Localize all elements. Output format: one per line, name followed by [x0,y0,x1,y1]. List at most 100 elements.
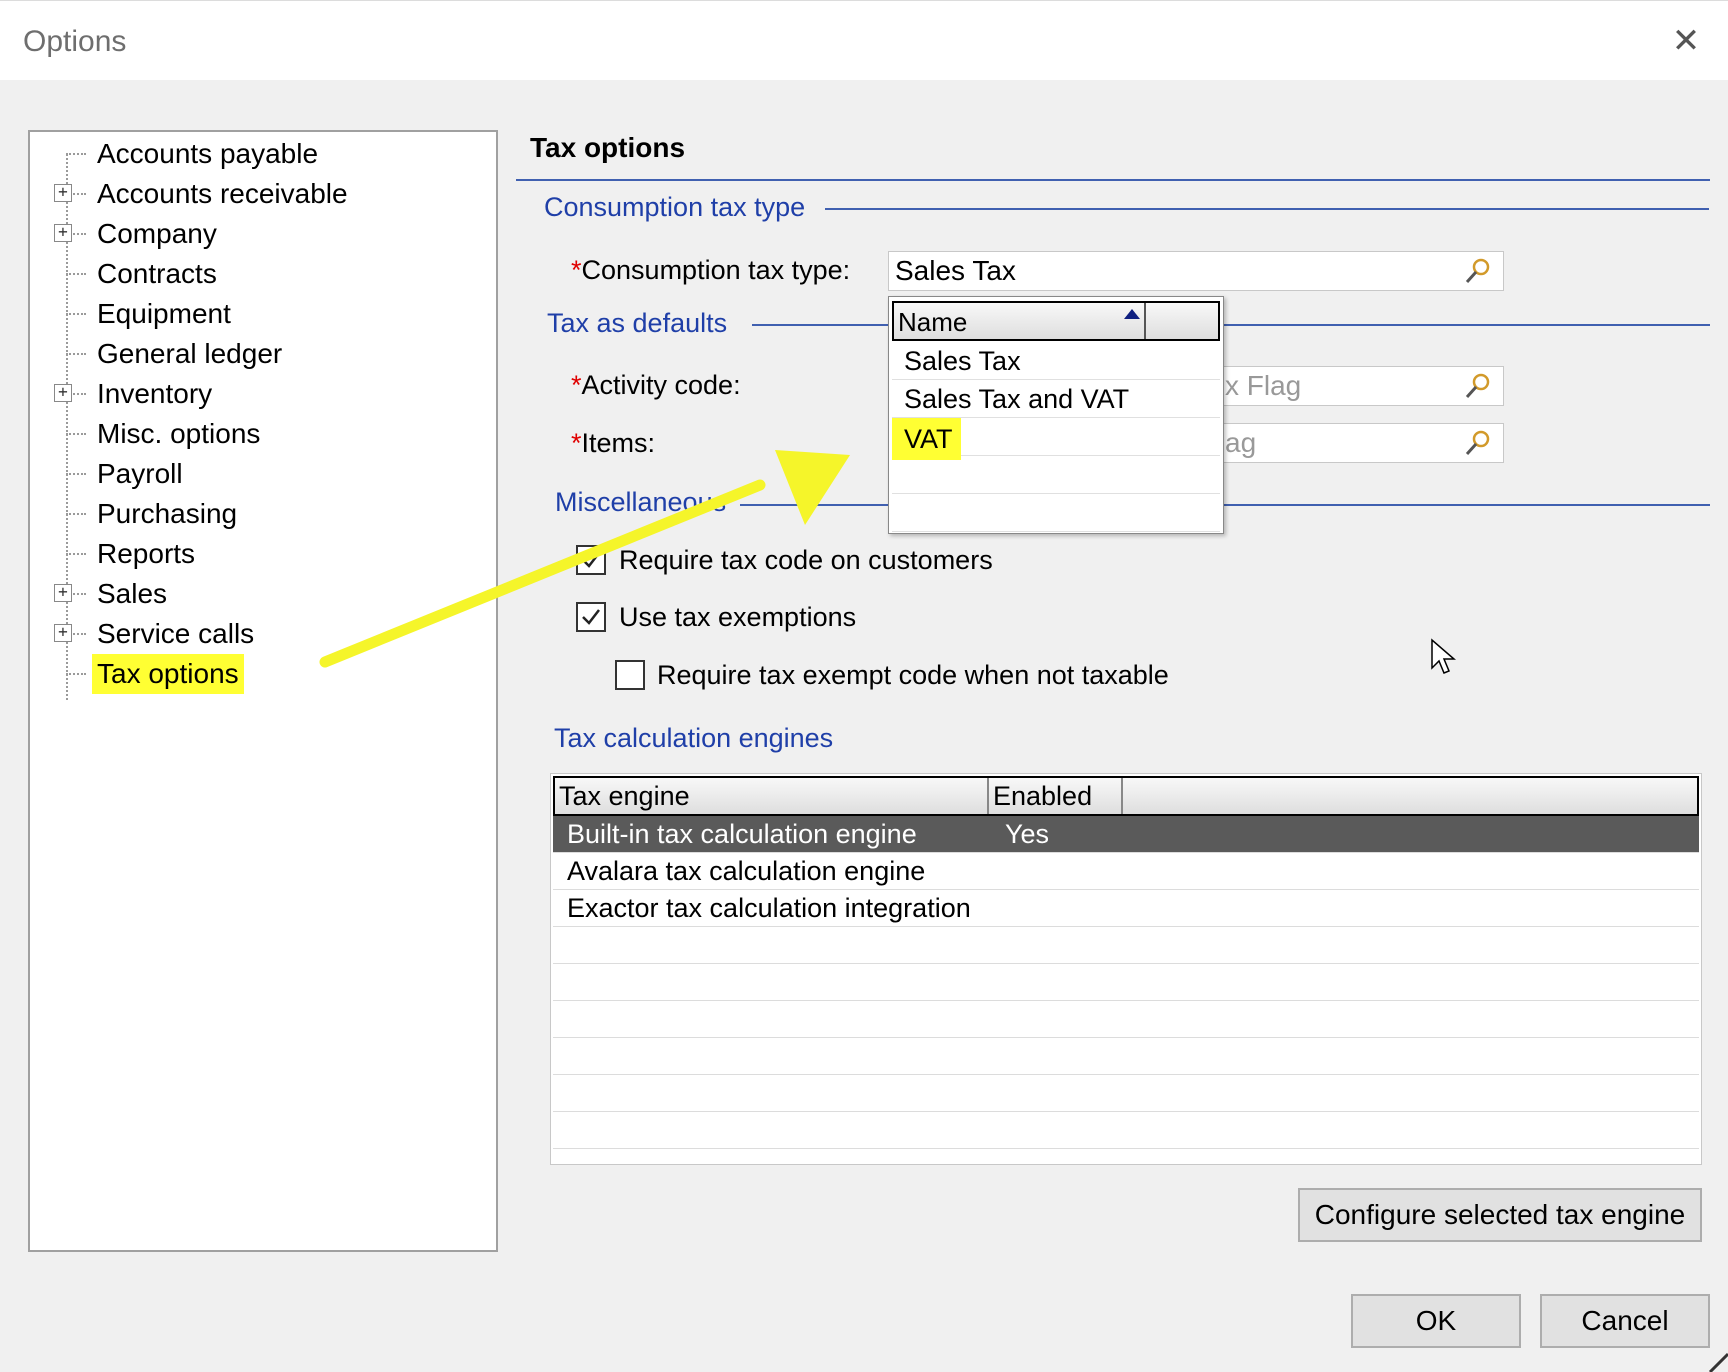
dropdown-option-label: Sales Tax [904,346,1021,376]
checkmark-icon [582,609,600,625]
table-row[interactable]: Exactor tax calculation integration [553,890,1699,927]
expand-plus-icon[interactable]: + [54,184,72,202]
cancel-button[interactable]: Cancel [1540,1294,1710,1348]
table-row[interactable] [553,1075,1699,1112]
dropdown-option[interactable] [892,494,1220,532]
sort-ascending-icon [1124,309,1140,319]
tree-connector [66,553,86,555]
table-row[interactable] [553,964,1699,1001]
tree-item-general-ledger[interactable]: General ledger [30,334,490,374]
tree-item-sales[interactable]: + Sales [30,574,490,614]
column-separator [1144,303,1146,339]
title-divider [516,179,1710,181]
tree-item-label: Accounts payable [97,138,319,169]
tree-item-label: Tax options [92,654,244,694]
tree-item-service-calls[interactable]: + Service calls [30,614,490,654]
group-tax-calculation-engines: Tax calculation engines [554,723,844,754]
tree-item-label: Reports [97,538,196,569]
tree-item-inventory[interactable]: + Inventory [30,374,490,414]
configure-tax-engine-button[interactable]: Configure selected tax engine [1298,1188,1702,1242]
tree-item-purchasing[interactable]: Purchasing [30,494,490,534]
column-header-enabled[interactable]: Enabled [989,778,1123,814]
dropdown-column-header[interactable]: Name [892,301,1220,341]
tree-item-equipment[interactable]: Equipment [30,294,490,334]
require-tax-exempt-code-label: Require tax exempt code when not taxable [657,660,1169,690]
group-tax-as-defaults: Tax as defaults [547,308,738,339]
tree-item-accounts-receivable[interactable]: + Accounts receivable [30,174,490,214]
dropdown-option[interactable] [892,456,1220,494]
table-row[interactable] [553,1001,1699,1038]
dropdown-header-name: Name [898,307,968,337]
expand-plus-icon[interactable]: + [54,224,72,242]
dropdown-option[interactable]: Sales Tax [892,342,1220,380]
tree-item-company[interactable]: + Company [30,214,490,254]
tax-engine-grid[interactable]: Tax engine Enabled Built-in tax calculat… [550,773,1702,1165]
tree-connector [66,433,86,435]
magnifier-icon[interactable] [1463,371,1493,401]
cell-tax-engine: Built-in tax calculation engine [567,819,917,849]
tree-item-contracts[interactable]: Contracts [30,254,490,294]
close-icon[interactable]: ✕ [1666,21,1706,61]
cell-enabled: Yes [1005,819,1050,849]
dropdown-option-label [892,498,912,528]
tree-item-label: Inventory [97,378,213,409]
tree-connector [66,473,86,475]
expand-plus-icon[interactable]: + [54,584,72,602]
require-tax-code-checkbox[interactable] [576,545,606,575]
activity-code-label: *Activity code: [571,370,741,400]
cell-tax-engine: Avalara tax calculation engine [567,856,926,886]
group-consumption-tax-type: Consumption tax type [544,192,816,223]
require-tax-code-label: Require tax code on customers [619,545,993,575]
dropdown-option-label: VAT [892,418,961,460]
ok-button[interactable]: OK [1351,1294,1521,1348]
cell-tax-engine: Exactor tax calculation integration [567,893,971,923]
table-row[interactable]: Built-in tax calculation engine Yes [553,816,1699,853]
tree-connector [66,153,86,155]
tree-connector [66,273,86,275]
dropdown-option[interactable]: VAT [892,418,1220,460]
consumption-tax-type-input[interactable]: Sales Tax [888,251,1504,291]
magnifier-icon[interactable] [1463,428,1493,458]
tree-item-label: Equipment [97,298,231,329]
tree-item-tax-options[interactable]: Tax options [30,654,490,694]
tree-item-misc-options[interactable]: Misc. options [30,414,490,454]
tree-item-label: Misc. options [97,418,261,449]
use-tax-exemptions-label: Use tax exemptions [619,602,857,632]
tree-item-label: Accounts receivable [97,178,348,209]
tree-connector [66,513,86,515]
options-tree[interactable]: Accounts payable + Accounts receivable + Com… [28,130,498,1252]
table-row[interactable]: Avalara tax calculation engine [553,853,1699,890]
resize-grip-icon[interactable] [1704,1348,1728,1372]
dropdown-option[interactable]: Sales Tax and VAT [892,380,1220,418]
table-row[interactable] [553,1112,1699,1149]
tree-item-label: Sales [97,578,168,609]
tree-connector [66,313,86,315]
page-title: Tax options [530,132,686,163]
tree-item-label: Purchasing [97,498,238,529]
tree-item-reports[interactable]: Reports [30,534,490,574]
expand-plus-icon[interactable]: + [54,624,72,642]
require-tax-exempt-code-checkbox[interactable] [615,660,645,690]
consumption-tax-type-dropdown[interactable]: Name Sales Tax Sales Tax and VAT VAT [888,296,1224,534]
tree-item-label: General ledger [97,338,283,369]
dropdown-option-label: Sales Tax and VAT [904,384,1130,414]
group-divider-consumption [825,208,1709,210]
tree-item-label: Service calls [97,618,255,649]
tree-item-accounts-payable[interactable]: Accounts payable [30,134,490,174]
tree-item-label: Payroll [97,458,183,489]
window-title: Options [23,25,127,58]
group-miscellaneous: Miscellaneous [555,487,737,518]
tree-item-label: Company [97,218,217,249]
expand-plus-icon[interactable]: + [54,384,72,402]
tree-item-payroll[interactable]: Payroll [30,454,490,494]
tree-connector [66,353,86,355]
column-header-tax-engine[interactable]: Tax engine [555,778,989,814]
magnifier-icon[interactable] [1463,256,1493,286]
table-row[interactable] [553,927,1699,964]
checkmark-icon [582,552,600,568]
use-tax-exemptions-checkbox[interactable] [576,602,606,632]
title-bar: Options ✕ [0,0,1728,81]
table-row[interactable] [553,1038,1699,1075]
consumption-tax-type-label: *Consumption tax type: [571,255,851,285]
group-divider-misc [740,504,1710,506]
